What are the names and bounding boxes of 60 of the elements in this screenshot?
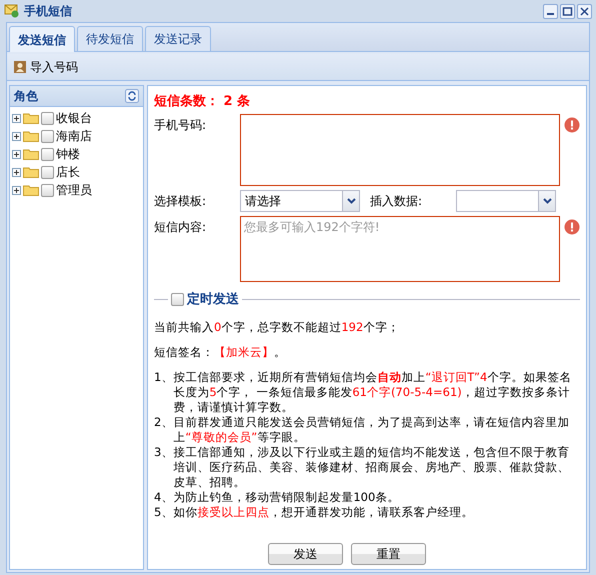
role-label[interactable]: 管理员 xyxy=(56,182,92,198)
envelope-icon xyxy=(4,4,20,18)
checkbox[interactable] xyxy=(171,292,184,306)
role-label[interactable]: 收银台 xyxy=(56,110,92,126)
field-label: 手机号码: xyxy=(154,117,208,134)
role-label[interactable]: 店长 xyxy=(56,164,80,180)
note-text: 目前群发通道只能发送会员营销短信，为了提高到达率，请在短信内容里加上“尊敬的会员”等字眼。 xyxy=(173,415,570,445)
phone-number-field[interactable] xyxy=(240,114,560,186)
note-text: 如你接受以上四点，想开通群发功能，请联系客户经理。 xyxy=(173,505,474,520)
template-dropdown[interactable]: 请选择 xyxy=(240,190,360,212)
panel-title: 角色 xyxy=(14,88,38,104)
expand-icon[interactable] xyxy=(12,150,21,158)
error-icon xyxy=(564,219,580,235)
field-label: 插入数据: xyxy=(369,192,424,210)
close-icon[interactable] xyxy=(577,4,592,18)
field-label: 选择模板: xyxy=(154,192,208,210)
folder-icon xyxy=(23,148,39,160)
expand-icon[interactable] xyxy=(12,132,21,140)
checkbox[interactable] xyxy=(41,130,54,142)
note-number: 3、 xyxy=(154,445,174,461)
tab[interactable]: 发送记录 xyxy=(145,26,211,51)
note-number: 4、 xyxy=(154,490,174,505)
note-text: 为防止钓鱼，移动营销限制起发量100条。 xyxy=(173,490,400,505)
checkbox[interactable] xyxy=(41,184,54,196)
error-icon xyxy=(564,117,580,133)
expand-icon[interactable] xyxy=(12,114,21,122)
note-number: 5、 xyxy=(154,505,174,520)
message-content-field[interactable]: 您最多可输入192个字符! xyxy=(240,216,560,282)
field-label: 短信内容: xyxy=(154,219,208,236)
sms-count: 短信条数： 2 条 xyxy=(154,93,252,110)
note-number: 2、 xyxy=(154,415,174,431)
tab[interactable]: 发送短信 xyxy=(9,26,75,52)
contact-card-icon xyxy=(13,60,27,74)
form-button[interactable]: 发送 xyxy=(268,543,343,565)
tab[interactable]: 待发短信 xyxy=(77,26,143,51)
dropdown-caret-icon xyxy=(542,198,552,204)
maximize-icon[interactable] xyxy=(560,4,575,18)
folder-icon xyxy=(23,112,39,124)
folder-icon xyxy=(23,184,39,196)
note-text: 按工信部要求，近期所有营销短信均会自动加上“退订回T”4个字。如果签名长度为5个字， 一条短信最多能发61个字(70-5-4=61)，超过字数按多条计费，请谨慎计算字数。 xyxy=(173,370,572,415)
expand-icon[interactable] xyxy=(12,168,21,176)
role-label[interactable]: 海南店 xyxy=(56,128,92,144)
signature-text: 短信签名：【加米云】。 xyxy=(154,345,287,360)
minimize-icon[interactable] xyxy=(543,4,558,18)
window-title: 手机短信 xyxy=(24,2,72,20)
checkbox[interactable] xyxy=(41,148,54,160)
dropdown-caret-icon xyxy=(346,198,356,204)
role-label[interactable]: 钟楼 xyxy=(56,146,80,162)
folder-icon xyxy=(23,166,39,178)
character-count-text: 当前共输入0个字，总字数不能超过192个字； xyxy=(154,320,400,335)
import-numbers-button[interactable]: 导入号码 xyxy=(11,56,80,78)
note-text: 接工信部通知，涉及以下行业或主题的短信均不能发送，包含但不限于教育培训、医疗药品、美容、装修建材、招商展会、房地产、股票、催款贷款、皮草、招聘。 xyxy=(173,445,570,490)
checkbox[interactable] xyxy=(41,112,54,124)
expand-icon[interactable] xyxy=(12,186,21,194)
scheduled-send-label[interactable]: 定时发送 xyxy=(187,290,239,308)
form-button[interactable]: 重置 xyxy=(351,543,426,565)
refresh-icon[interactable] xyxy=(125,89,139,103)
note-number: 1、 xyxy=(154,370,174,386)
folder-icon xyxy=(23,130,39,142)
checkbox[interactable] xyxy=(41,166,54,178)
